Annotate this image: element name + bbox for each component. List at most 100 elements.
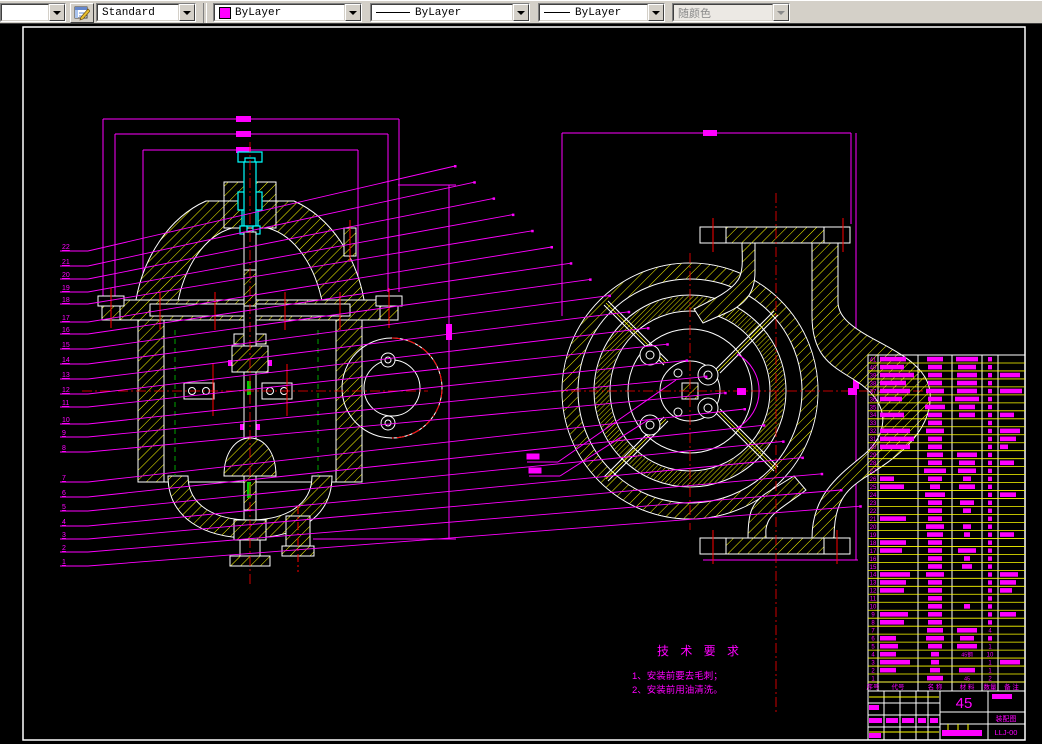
svg-text:9: 9 (62, 430, 66, 437)
svg-text:1: 1 (988, 645, 992, 651)
lineweight-combo-arrow[interactable] (648, 4, 664, 21)
plot-style-combo: 随颜色 (672, 3, 790, 22)
layer-combo[interactable] (0, 3, 66, 22)
svg-text:21: 21 (62, 259, 70, 266)
svg-text:11: 11 (62, 400, 69, 407)
svg-text:22: 22 (870, 509, 877, 515)
svg-text:5: 5 (62, 504, 66, 511)
linetype-value: ByLayer (415, 7, 461, 19)
chevron-down-icon (53, 11, 61, 15)
chevron-down-icon (517, 11, 525, 15)
svg-text:19: 19 (870, 533, 877, 539)
chevron-down-icon (349, 11, 357, 15)
svg-text:28: 28 (870, 461, 877, 467)
text-style-value: Standard (102, 7, 155, 19)
svg-text:35: 35 (870, 405, 877, 411)
svg-text:材 料: 材 料 (960, 682, 975, 691)
svg-text:34: 34 (870, 413, 877, 419)
svg-text:数量: 数量 (984, 682, 998, 691)
chevron-down-icon (777, 11, 785, 15)
chevron-down-icon (183, 11, 191, 15)
properties-toolbar: Standard ByLayer ByLayer ByLayer 随颜色 (0, 0, 1042, 24)
svg-text:9: 9 (871, 613, 875, 619)
svg-text:22: 22 (62, 244, 70, 251)
svg-text:31: 31 (870, 437, 877, 443)
svg-text:25: 25 (870, 485, 877, 491)
drawing-canvas[interactable]: 22212019181716151413121110987654321 4140… (0, 24, 1042, 744)
svg-text:26: 26 (870, 477, 877, 483)
svg-text:2: 2 (871, 668, 875, 674)
plot-style-value: 随颜色 (678, 5, 711, 21)
svg-text:21: 21 (870, 517, 877, 523)
svg-text:代号: 代号 (892, 682, 906, 691)
lineweight-value: ByLayer (575, 7, 621, 19)
svg-text:20: 20 (870, 525, 877, 531)
color-combo-arrow[interactable] (345, 4, 361, 21)
drawing-no-text: LLJ-00 (995, 728, 1018, 737)
svg-text:27: 27 (870, 469, 877, 475)
svg-text:24: 24 (870, 493, 877, 499)
svg-text:1: 1 (988, 668, 992, 674)
text-style-combo[interactable]: Standard (96, 3, 196, 22)
svg-text:37: 37 (870, 389, 877, 395)
svg-text:20: 20 (62, 272, 70, 279)
svg-text:1: 1 (988, 660, 992, 666)
svg-text:11: 11 (870, 597, 877, 603)
svg-text:备 注: 备 注 (1004, 682, 1019, 691)
techreq-item-2: 2、安装前用油清洗。 (632, 684, 723, 696)
svg-text:3: 3 (871, 660, 875, 666)
svg-text:1: 1 (62, 559, 66, 566)
svg-text:23: 23 (870, 501, 877, 507)
svg-text:16: 16 (62, 327, 70, 334)
svg-text:12: 12 (870, 589, 877, 595)
svg-text:10: 10 (62, 417, 70, 424)
linetype-combo-arrow[interactable] (513, 4, 529, 21)
svg-text:18: 18 (62, 297, 70, 304)
doc-type-text: 装配图 (996, 714, 1017, 723)
svg-text:38: 38 (870, 381, 877, 387)
lineweight-glyph (544, 12, 570, 13)
svg-text:45钢: 45钢 (961, 650, 973, 658)
svg-text:3: 3 (62, 532, 66, 539)
svg-text:序号: 序号 (867, 682, 881, 691)
svg-text:13: 13 (62, 372, 70, 379)
main-section-view (82, 116, 456, 584)
svg-text:2: 2 (62, 545, 66, 552)
plot-style-combo-arrow (773, 4, 789, 21)
bom-header: 序号 代号 名 称 材 料数量备 注 (867, 682, 1020, 691)
svg-text:名 称: 名 称 (928, 682, 943, 691)
toolbar-separator (203, 3, 207, 23)
svg-text:4: 4 (988, 629, 992, 635)
material-text: 45 (956, 695, 973, 712)
color-combo[interactable]: ByLayer (213, 3, 362, 22)
text-style-combo-arrow[interactable] (179, 4, 195, 21)
autocad-window: { "toolbar": { "style_combo": {"label": … (0, 0, 1042, 744)
style-manager-button[interactable] (70, 3, 94, 23)
svg-text:13: 13 (870, 581, 877, 587)
svg-text:45: 45 (964, 676, 970, 682)
linetype-glyph (376, 12, 410, 13)
svg-text:8: 8 (62, 445, 66, 452)
technical-requirements: 技 术 要 求 1、安装前要去毛刺； 2、安装前用油清洗。 (632, 644, 743, 696)
svg-text:17: 17 (62, 315, 70, 322)
svg-text:40: 40 (870, 365, 877, 371)
svg-text:10: 10 (987, 652, 994, 658)
svg-text:32: 32 (870, 429, 877, 435)
svg-text:19: 19 (62, 285, 70, 292)
svg-text:15: 15 (62, 342, 70, 349)
linetype-combo[interactable]: ByLayer (370, 3, 530, 22)
lineweight-combo[interactable]: ByLayer (538, 3, 665, 22)
svg-text:7: 7 (62, 475, 66, 482)
layer-combo-arrow[interactable] (49, 4, 65, 21)
svg-text:14: 14 (870, 573, 877, 579)
svg-text:29: 29 (870, 453, 877, 459)
svg-text:14: 14 (62, 357, 70, 364)
svg-text:41: 41 (870, 357, 877, 363)
svg-text:30: 30 (870, 445, 877, 451)
svg-text:33: 33 (870, 421, 877, 427)
svg-text:10: 10 (870, 605, 877, 611)
techreq-title: 技 术 要 求 (657, 644, 743, 658)
svg-text:7: 7 (871, 629, 875, 635)
svg-text:5: 5 (871, 645, 875, 651)
techreq-item-1: 1、安装前要去毛刺； (632, 670, 723, 682)
